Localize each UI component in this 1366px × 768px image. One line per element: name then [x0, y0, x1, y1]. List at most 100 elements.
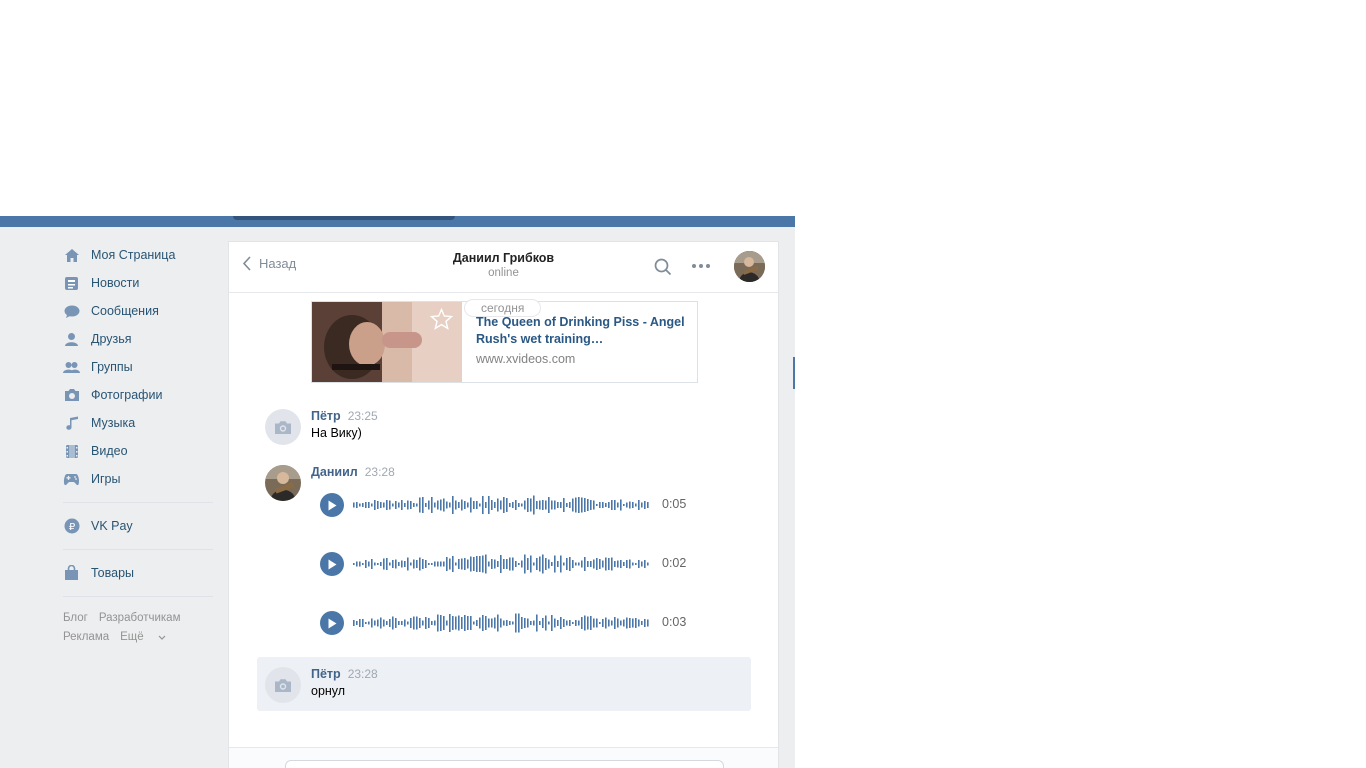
sidebar-item-label: Моя Страница: [91, 248, 176, 262]
waveform-bar: [563, 498, 565, 512]
message-time[interactable]: 23:28: [365, 465, 395, 479]
waveform-bar: [605, 503, 607, 507]
waveform-bar: [428, 563, 430, 565]
waveform-bar: [368, 621, 370, 625]
play-button[interactable]: [320, 611, 344, 635]
sidebar-item-friends[interactable]: Друзья: [63, 325, 213, 353]
waveform-bar: [482, 615, 484, 631]
waveform-bar: [626, 560, 628, 568]
waveform-bar: [596, 558, 598, 570]
waveform-bar: [395, 559, 397, 569]
waveform-bar: [563, 619, 565, 627]
more-icon[interactable]: [691, 258, 711, 277]
waveform-bar: [530, 555, 532, 573]
waveform-bar: [455, 616, 457, 630]
message-author[interactable]: Даниил 23:28: [311, 465, 395, 479]
waveform-bar: [359, 503, 361, 507]
sidebar-item-vkpay[interactable]: ₽ VK Pay: [63, 512, 213, 540]
author-avatar[interactable]: [265, 409, 301, 445]
waveform-bar: [620, 499, 622, 511]
footer-link-more[interactable]: Ещё: [120, 631, 166, 643]
sidebar-item-my-page[interactable]: Моя Страница: [63, 241, 213, 269]
news-icon: [63, 275, 80, 292]
footer-link-blog[interactable]: Блог: [63, 612, 88, 624]
search-icon[interactable]: [654, 258, 672, 279]
waveform-bar: [479, 503, 481, 507]
waveform-bar: [542, 618, 544, 628]
waveform-bar: [515, 500, 517, 510]
waveform[interactable]: [353, 551, 651, 577]
waveform-bar: [485, 554, 487, 574]
waveform-bar: [641, 561, 643, 567]
waveform-bar: [374, 500, 376, 510]
message-input[interactable]: [285, 760, 724, 768]
link-thumbnail: [312, 302, 462, 382]
waveform-bar: [569, 620, 571, 626]
bag-icon: [63, 565, 80, 582]
waveform-bar: [644, 560, 646, 568]
author-avatar[interactable]: [265, 465, 301, 501]
waveform-bar: [446, 620, 448, 626]
waveform-bar: [428, 618, 430, 628]
footer-link-developers[interactable]: Разработчикам: [99, 612, 181, 624]
waveform[interactable]: [353, 610, 651, 636]
waveform-bar: [572, 560, 574, 568]
chevron-down-icon: [158, 635, 166, 640]
message-author[interactable]: Пётр 23:25: [311, 409, 378, 423]
play-button[interactable]: [320, 552, 344, 576]
camera-icon: [63, 387, 80, 404]
sidebar-item-messages[interactable]: Сообщения: [63, 297, 213, 325]
waveform-bar: [407, 621, 409, 625]
waveform-bar: [464, 558, 466, 570]
star-icon[interactable]: [429, 307, 454, 333]
waveform-bar: [632, 562, 634, 566]
link-title[interactable]: The Queen of Drinking Piss - Angel Rush'…: [476, 314, 686, 348]
top-bar: [0, 216, 795, 227]
waveform-bar: [365, 560, 367, 568]
waveform-bar: [497, 498, 499, 512]
waveform-bar: [494, 502, 496, 508]
waveform-bar: [374, 562, 376, 566]
waveform-bar: [431, 497, 433, 513]
waveform-bar: [608, 619, 610, 627]
waveform-bar: [386, 558, 388, 570]
waveform-bar: [581, 497, 583, 513]
waveform-bar: [458, 615, 460, 631]
sidebar-item-news[interactable]: Новости: [63, 269, 213, 297]
voice-message: 0:05: [320, 492, 700, 518]
waveform-bar: [413, 503, 415, 507]
sidebar-item-label: Музыка: [91, 416, 136, 430]
sidebar-item-groups[interactable]: Группы: [63, 353, 213, 381]
waveform-bar: [434, 561, 436, 567]
waveform-bar: [542, 554, 544, 574]
footer-link-ads[interactable]: Реклама: [63, 631, 109, 643]
waveform-bar: [638, 560, 640, 568]
author-avatar[interactable]: [265, 667, 301, 703]
play-button[interactable]: [320, 493, 344, 517]
message-time[interactable]: 23:25: [348, 409, 378, 423]
waveform-bar: [395, 618, 397, 628]
waveform-bar: [440, 561, 442, 567]
waveform[interactable]: [353, 492, 651, 518]
waveform-bar: [635, 503, 637, 507]
waveform-bar: [527, 558, 529, 570]
waveform-bar: [392, 503, 394, 507]
sidebar-item-games[interactable]: Игры: [63, 465, 213, 493]
sidebar-item-video[interactable]: Видео: [63, 437, 213, 465]
video-icon: [63, 443, 80, 460]
waveform-bar: [359, 619, 361, 627]
sidebar-item-photos[interactable]: Фотографии: [63, 381, 213, 409]
waveform-bar: [383, 502, 385, 508]
waveform-bar: [590, 500, 592, 510]
peer-avatar[interactable]: [734, 251, 765, 282]
sidebar-item-goods[interactable]: Товары: [63, 559, 213, 587]
message-time[interactable]: 23:28: [348, 667, 378, 681]
waveform-bar: [638, 619, 640, 627]
waveform-bar: [623, 504, 625, 506]
header-search-remnant[interactable]: [233, 216, 455, 220]
waveform-bar: [500, 618, 502, 628]
audio-duration: 0:03: [662, 615, 687, 629]
waveform-bar: [377, 501, 379, 509]
sidebar-item-music[interactable]: Музыка: [63, 409, 213, 437]
message-author[interactable]: Пётр 23:28: [311, 667, 378, 681]
